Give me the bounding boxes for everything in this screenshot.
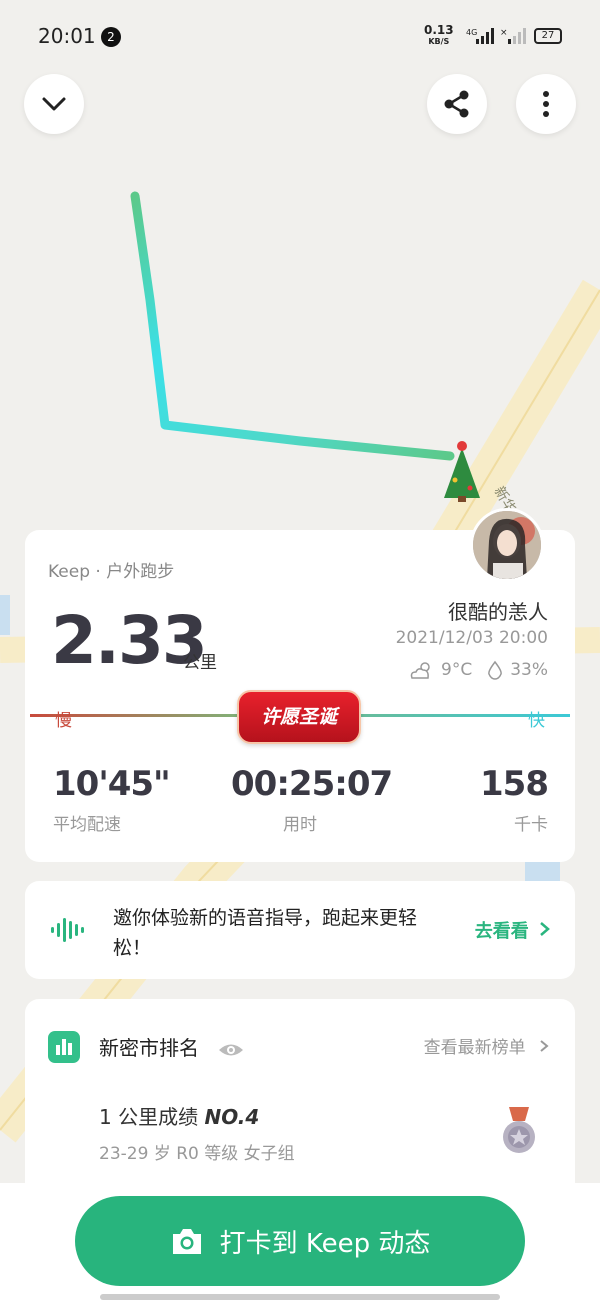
more-options-button[interactable]: [516, 74, 576, 134]
camera-icon: [172, 1229, 201, 1254]
voice-guide-link-label: 去看看: [474, 921, 529, 942]
signal-sim2-icon: ×: [500, 28, 526, 44]
calories-stat: 158 千卡: [480, 764, 549, 835]
ranking-group: 23-29 岁 R0 等级 女子组: [99, 1144, 295, 1164]
ranking-result: 1 公里成绩 NO.4: [99, 1105, 260, 1129]
route-path: [130, 191, 455, 461]
voice-guide-card[interactable]: 邀你体验新的语音指导，跑起来更轻松！ 去看看: [25, 881, 575, 979]
pace-fast-label: 快: [528, 711, 545, 731]
checkin-button[interactable]: 打卡到 Keep 动态: [75, 1196, 525, 1286]
avg-pace-stat: 10'45" 平均配速: [53, 764, 171, 835]
chevron-right-icon: [540, 922, 550, 936]
weather-info: 9°C 33%: [409, 660, 548, 680]
net-speed: 0.13 KB/S: [424, 23, 454, 46]
voice-guide-text: 邀你体验新的语音指导，跑起来更轻松！: [113, 907, 418, 959]
status-bar: 20:01 2 0.13 KB/S 4G × 27: [0, 0, 600, 72]
username: 很酷的恙人: [448, 600, 548, 624]
chevron-right-icon: [540, 1040, 549, 1052]
ranking-title: 新密市排名: [99, 1032, 245, 1061]
temperature: 9°C: [441, 660, 473, 680]
signal-4g-icon: 4G: [466, 28, 494, 44]
notification-badge: 2: [101, 27, 121, 47]
share-icon: [444, 90, 469, 118]
workout-type: Keep · 户外跑步: [48, 562, 175, 582]
collapse-button[interactable]: [24, 74, 84, 134]
more-vertical-icon: [543, 91, 549, 117]
christmas-promo-badge[interactable]: 许愿圣诞: [237, 690, 361, 744]
duration-value: 00:25:07: [231, 764, 393, 804]
avatar[interactable]: [470, 508, 544, 582]
duration-stat: 00:25:07 用时: [231, 764, 393, 835]
status-time: 20:01: [38, 24, 96, 48]
avg-pace-value: 10'45": [53, 764, 171, 804]
ranking-position: NO.4: [204, 1105, 260, 1129]
home-indicator[interactable]: [100, 1294, 500, 1300]
pace-slow-label: 慢: [55, 711, 72, 731]
svg-text:4G: 4G: [466, 28, 477, 37]
share-button[interactable]: [427, 74, 487, 134]
humidity-drop-icon: [488, 660, 503, 680]
calories-value: 158: [480, 764, 549, 804]
avg-pace-label: 平均配速: [53, 815, 121, 835]
battery-icon: 27: [534, 28, 562, 44]
humidity: 33%: [510, 660, 548, 680]
svg-text:×: ×: [500, 28, 508, 38]
medal-icon: [503, 1107, 535, 1153]
voice-guide-link[interactable]: 去看看: [475, 917, 551, 943]
calories-label: 千卡: [514, 815, 548, 835]
view-latest-ranking-label: 查看最新榜单: [423, 1038, 526, 1058]
view-latest-ranking-link[interactable]: 查看最新榜单: [424, 1033, 549, 1058]
duration-label: 用时: [283, 815, 317, 835]
voice-wave-icon: [51, 918, 84, 942]
partly-cloudy-icon: [410, 662, 430, 679]
checkin-button-label: 打卡到 Keep 动态: [219, 1228, 431, 1259]
ranking-chart-icon: [48, 1031, 80, 1063]
eye-icon[interactable]: [217, 1041, 245, 1059]
distance-unit: 公里: [183, 653, 217, 673]
city-ranking-card[interactable]: 新密市排名 查看最新榜单 1 公里成绩 NO.4 23-29 岁 R0 等级 女…: [25, 999, 575, 1209]
workout-datetime: 2021/12/03 20:00: [395, 628, 548, 648]
workout-summary-card: Keep · 户外跑步 2.33 公里 很酷的恙人 2021/12/03 20:…: [25, 508, 575, 862]
chevron-down-icon: [42, 97, 66, 111]
